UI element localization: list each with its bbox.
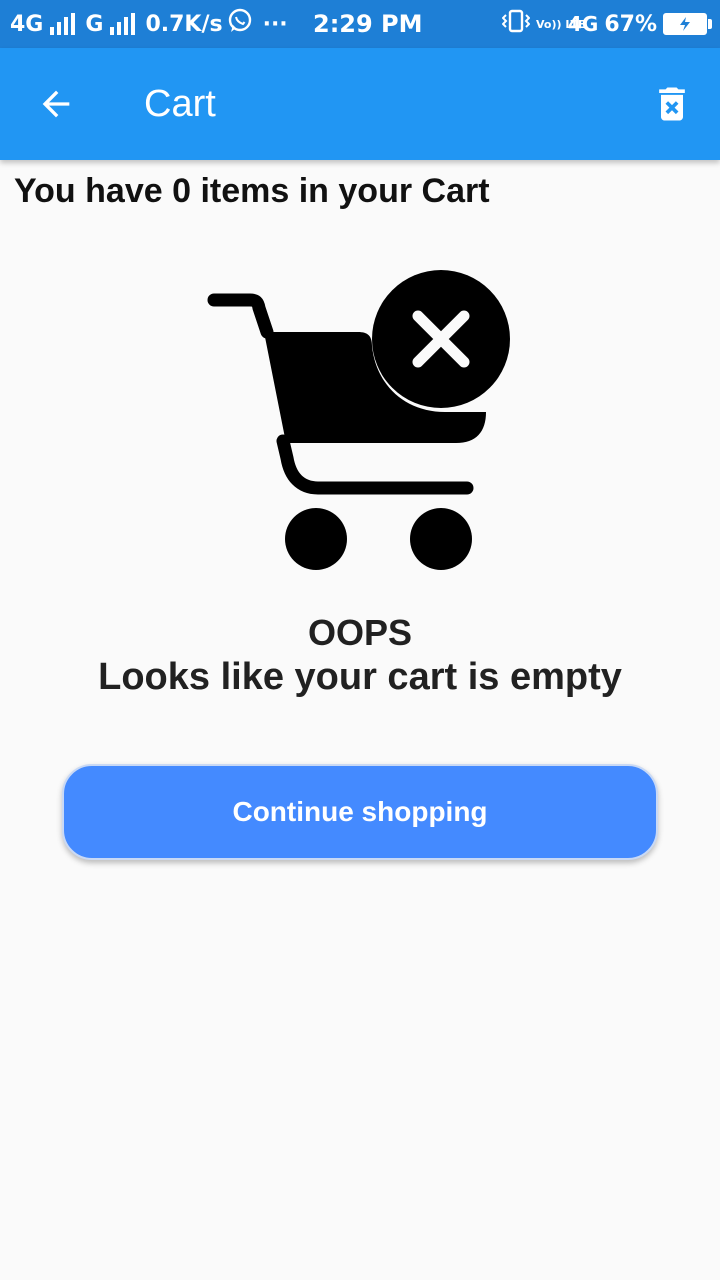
arrow-back-icon — [42, 90, 70, 118]
status-time: 2:29 PM — [313, 10, 423, 38]
app-bar: Cart — [0, 48, 720, 160]
network-type-2: G — [85, 11, 104, 37]
network-type-1: 4G — [10, 11, 44, 37]
network-type-3: 4G — [567, 12, 599, 36]
volte-indicator: Vo)) LTE — [535, 17, 586, 31]
item-count: 0 — [172, 172, 192, 210]
cart-count-text: You have 0 items in your Cart — [14, 172, 490, 211]
page-title: Cart — [144, 83, 216, 125]
status-right: Vo)) LTE 4G 67% — [501, 0, 712, 48]
signal-icon — [50, 13, 76, 35]
count-prefix: You have — [14, 172, 173, 210]
count-suffix: items in your Cart — [191, 172, 490, 210]
clear-cart-button[interactable] — [640, 72, 704, 136]
network-speed: 0.7K/s — [145, 11, 223, 37]
status-bar: 4G G 0.7K/s ··· 2:29 PM Vo)) LTE 4G 67% — [0, 0, 720, 48]
vibrate-icon — [501, 9, 531, 39]
more-notifications: ··· — [262, 11, 288, 37]
delete-forever-icon — [659, 87, 685, 121]
whatsapp-icon — [227, 8, 253, 40]
signal-icon-2 — [110, 13, 136, 35]
battery-charging-icon — [663, 13, 712, 35]
status-left: 4G G 0.7K/s ··· — [10, 0, 288, 48]
empty-cart-message: Looks like your cart is empty — [98, 656, 622, 698]
battery-percent: 67% — [604, 11, 657, 37]
back-button[interactable] — [24, 72, 88, 136]
oops-heading: OOPS — [307, 612, 413, 653]
empty-cart-icon — [207, 270, 510, 570]
continue-shopping-button[interactable]: Continue shopping — [62, 764, 658, 860]
